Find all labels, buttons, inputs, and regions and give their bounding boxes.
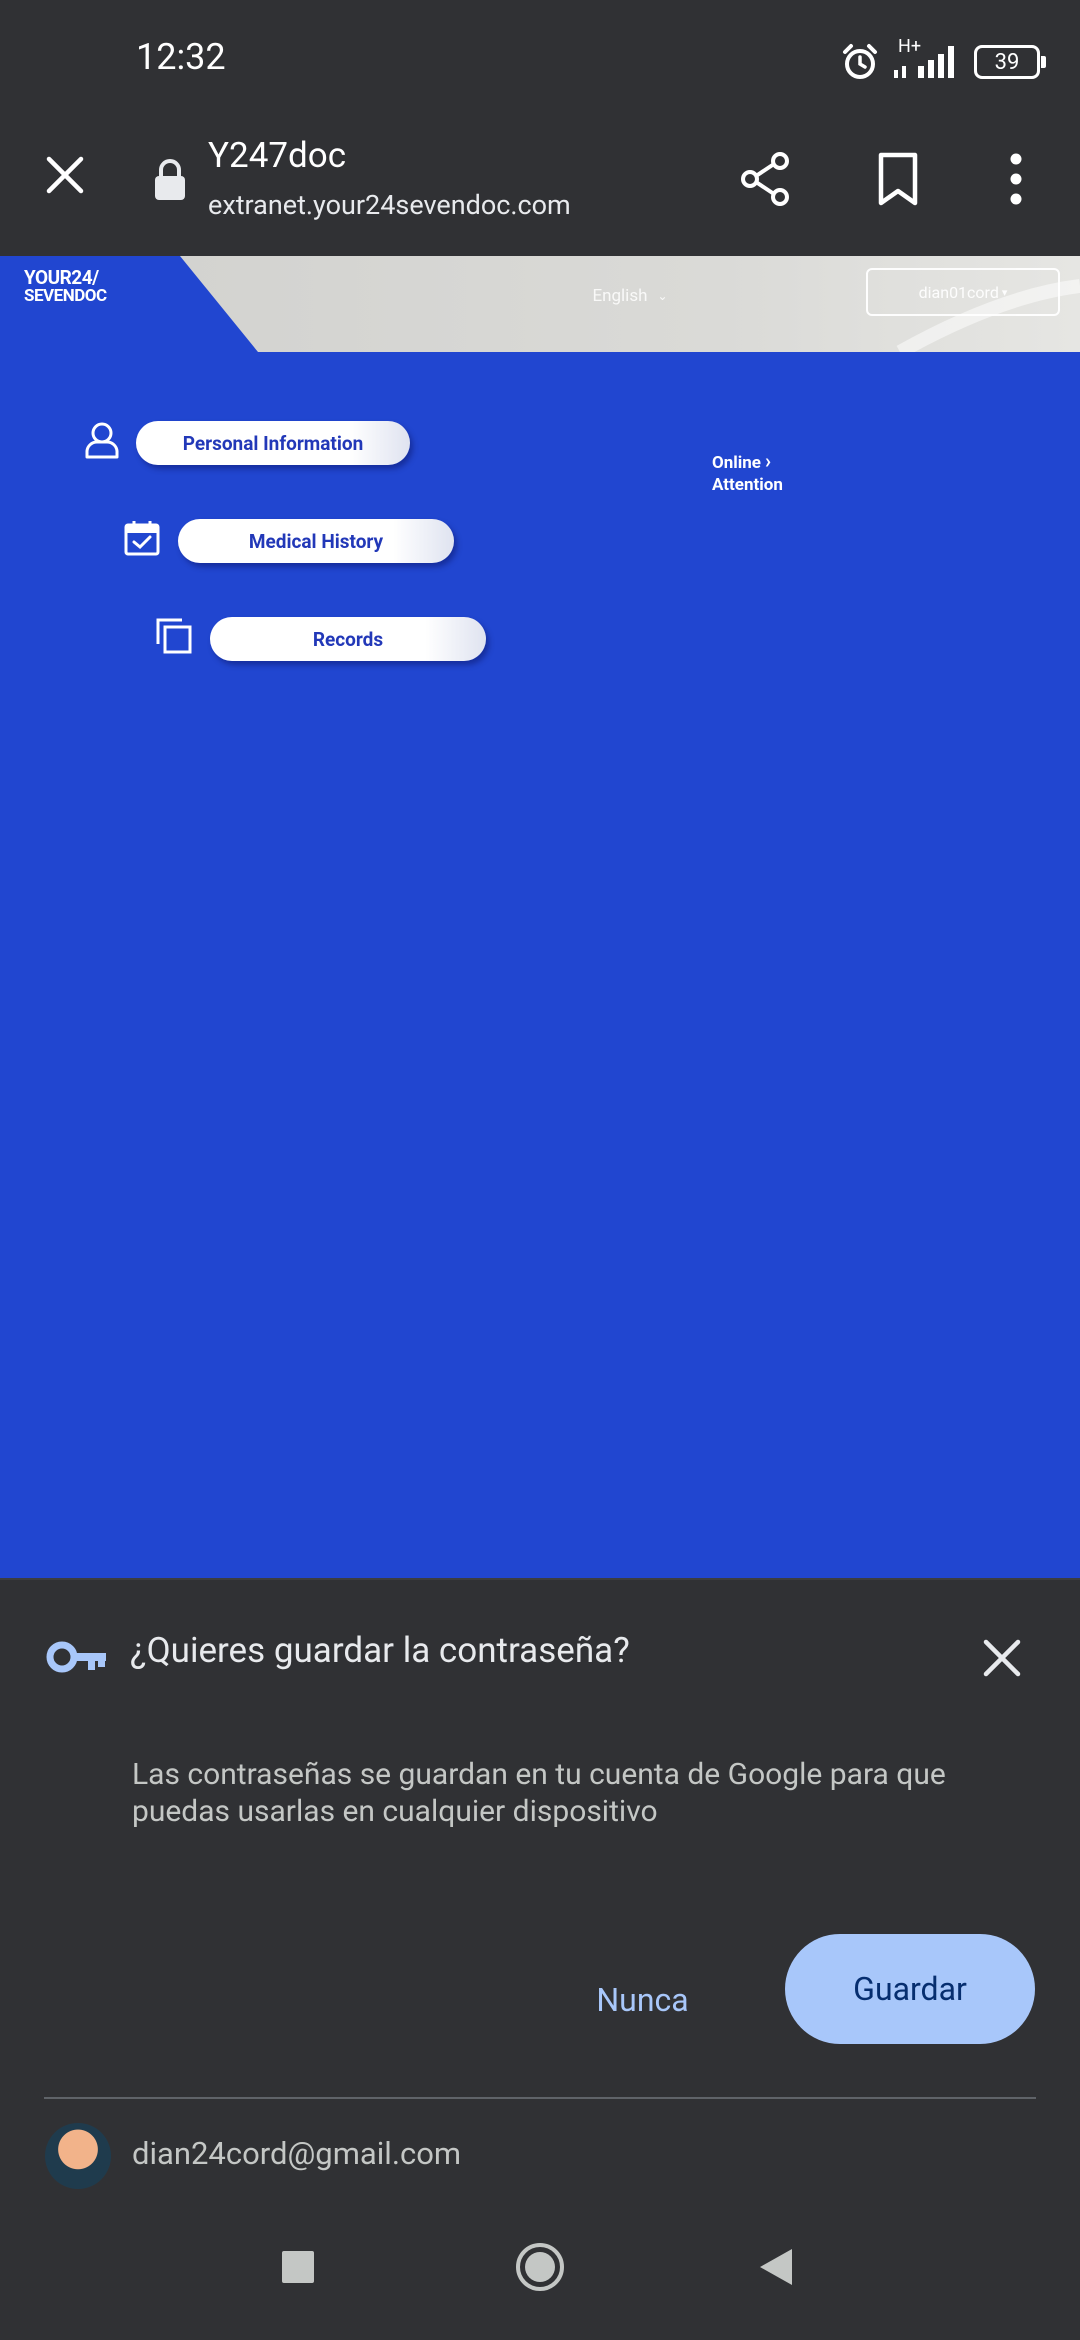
sheet-title: ¿Quieres guardar la contraseña? xyxy=(130,1630,630,1671)
user-icon xyxy=(82,420,122,460)
language-select[interactable]: English ⌄ xyxy=(570,276,690,316)
status-icons: H+ 39 xyxy=(840,36,1046,84)
battery-level: 39 xyxy=(994,49,1020,75)
close-tab-button[interactable] xyxy=(29,139,101,211)
home-button[interactable] xyxy=(514,2241,566,2293)
site-logo[interactable]: YOUR24/ SEVENDOC xyxy=(24,268,107,306)
battery-icon: 39 xyxy=(974,45,1046,79)
signal-indicator: H+ xyxy=(892,36,962,84)
lock-icon xyxy=(155,159,185,200)
records-button[interactable]: Records xyxy=(210,617,486,661)
key-icon xyxy=(46,1641,106,1673)
chevron-down-icon: ⌄ xyxy=(657,289,668,303)
back-icon xyxy=(760,2249,792,2285)
logo-line1: YOUR24/ xyxy=(24,266,99,289)
online-label: Online xyxy=(712,453,761,473)
more-vert-icon xyxy=(1010,153,1022,205)
sheet-description: Las contraseñas se guardan en tu cuenta … xyxy=(132,1757,946,1829)
never-button[interactable]: Nunca xyxy=(570,1968,715,2032)
chevron-right-icon: › xyxy=(764,449,772,473)
online-attention-link[interactable]: Online › Attention xyxy=(712,450,783,496)
user-menu-button[interactable]: dian01cord ▾ xyxy=(866,268,1060,316)
attention-label: Attention xyxy=(712,475,783,495)
save-password-button[interactable]: Guardar xyxy=(785,1934,1035,2044)
dismiss-sheet-button[interactable] xyxy=(976,1632,1028,1684)
system-nav-bar xyxy=(0,2213,1080,2340)
user-name: dian01cord xyxy=(918,282,999,302)
home-icon xyxy=(516,2243,564,2291)
recents-button[interactable] xyxy=(282,2251,314,2283)
language-value: English xyxy=(592,286,648,306)
page-url[interactable]: extranet.your24sevendoc.com xyxy=(208,189,571,221)
bookmark-icon xyxy=(878,152,918,206)
page-title: Y247doc xyxy=(208,135,347,176)
share-icon xyxy=(741,152,789,206)
site-header: YOUR24/ SEVENDOC English ⌄ dian01cord ▾ xyxy=(0,256,1080,352)
status-bar: 12:32 H+ 39 xyxy=(0,0,1080,125)
browser-toolbar: Y247doc extranet.your24sevendoc.com xyxy=(0,125,1080,256)
close-icon xyxy=(46,156,84,194)
calendar-check-icon xyxy=(122,518,162,558)
caret-down-icon: ▾ xyxy=(1001,285,1008,299)
personal-information-button[interactable]: Personal Information xyxy=(136,421,410,465)
share-button[interactable] xyxy=(730,143,802,215)
account-email: dian24cord@gmail.com xyxy=(132,2135,462,2172)
logo-line2: SEVENDOC xyxy=(24,286,107,306)
back-button[interactable] xyxy=(758,2247,794,2287)
sheet-divider xyxy=(44,2097,1036,2099)
account-avatar xyxy=(45,2123,111,2189)
signal-icon xyxy=(894,46,954,78)
status-time: 12:32 xyxy=(136,36,226,78)
close-icon xyxy=(983,1639,1021,1677)
bookmark-button[interactable] xyxy=(862,143,934,215)
alarm-icon xyxy=(843,44,877,79)
copy-icon xyxy=(154,616,194,656)
more-options-button[interactable] xyxy=(980,143,1052,215)
save-password-sheet: ¿Quieres guardar la contraseña? Las cont… xyxy=(0,1578,1080,2215)
medical-history-button[interactable]: Medical History xyxy=(178,519,454,563)
